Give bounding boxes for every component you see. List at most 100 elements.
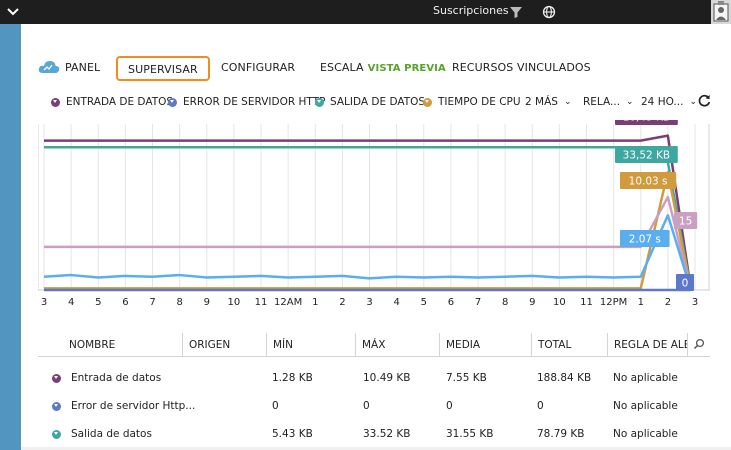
x-tick-label: 7 [475,297,481,308]
legend-item-entrada-de-datos[interactable]: ENTRADA DE DATOS [51,96,173,108]
x-tick-label: 1 [638,297,644,308]
cell-total: 188.84 KB [537,372,592,384]
cell-alert-rule: No aplicable [613,372,678,384]
tab-supervisar[interactable]: SUPERVISAR [116,56,210,81]
column-header-nombre[interactable]: NOMBRE [63,333,182,357]
cell-alert-rule: No aplicable [613,428,678,440]
legend-item-salida-de-datos[interactable]: SALIDA DE DATOS [315,96,425,108]
filter-icon[interactable] [509,5,523,19]
chevron-down-icon [51,97,60,107]
left-nav-strip [0,24,21,450]
x-tick-label: 4 [393,297,399,308]
cell-alert-rule: No aplicable [613,400,678,412]
legend-label: ENTRADA DE DATOS [66,96,174,108]
tab-recursos-vinculados[interactable]: RECURSOS VINCULADOS [452,61,591,74]
x-tick-label: 8 [502,297,508,308]
tab-panel[interactable]: PANEL [65,61,100,74]
relative-dropdown[interactable]: RELA... ⌄ [583,96,634,108]
chart-svg: 3 4 5 6 7 8 9 10 11 12AM 1 2 3 4 5 6 7 8 9 10 11 12PM 1 2 3 10,49… [37,108,710,308]
table-row[interactable]: Entrada de datos 1.28 KB 10.49 KB 7.55 K… [38,364,710,392]
x-tick-label: 5 [95,297,101,308]
more-metrics-label: 2 MÁS [525,96,558,108]
x-tick-label: 2 [339,297,345,308]
x-tick-label: 8 [176,297,182,308]
table-header: NOMBRE ORIGEN MÍN MÁX MEDIA TOTAL REGLA … [38,333,710,357]
legend-label: TIEMPO DE CPU [438,96,521,108]
column-header-max[interactable]: MÁX [355,333,439,357]
avatar[interactable] [711,0,731,24]
cloud-service-icon [38,60,60,73]
time-range-dropdown[interactable]: 24 HO... ⌄ [641,96,697,108]
metrics-chart: 3 4 5 6 7 8 9 10 11 12AM 1 2 3 4 5 6 7 8 9 10 11 12PM 1 2 3 10,49… [37,108,710,310]
legend-item-tiempo-de-cpu[interactable]: TIEMPO DE CPU [423,96,521,108]
value-callout-label: 0 [682,278,689,290]
chevron-down-icon: ⌄ [626,97,634,107]
column-header-regla-de-alerta[interactable]: REGLA DE ALE... [607,333,687,357]
column-header-origen[interactable]: ORIGEN [182,333,266,357]
value-callout-label: 2.07 s [629,234,661,246]
x-tick-label: 2 [665,297,671,308]
subscriptions-label[interactable]: Suscripciones [433,4,509,17]
cell-total: 78.79 KB [537,428,585,440]
chevron-down-icon: ⌄ [689,97,697,107]
value-callout-label: 33,52 KB [623,150,671,162]
preview-badge: VISTA PREVIA [367,63,446,74]
cell-total: 0 [537,400,544,412]
tab-configurar[interactable]: CONFIGURAR [221,61,295,74]
cell-name: Salida de datos [71,428,152,440]
x-tick-label: 3 [692,297,698,308]
x-tick-label: 10 [228,297,241,308]
legend-label: SALIDA DE DATOS [330,96,426,108]
cell-max: 0 [363,400,370,412]
legend-item-error-servidor-http[interactable]: ERROR DE SERVIDOR HTTP [168,96,325,108]
relative-label: RELA... [583,96,621,108]
table-row[interactable]: Error de servidor Http... 0 0 0 0 No apl… [38,392,710,420]
refresh-icon[interactable] [698,94,711,107]
cell-min: 0 [272,400,279,412]
more-metrics-dropdown[interactable]: 2 MÁS ⌄ [525,96,571,108]
x-tick-label: 4 [68,297,74,308]
x-tick-label: 10 [553,297,566,308]
chevron-down-icon[interactable] [52,430,61,439]
series-line [44,170,693,291]
cell-avg: 31.55 KB [446,428,494,440]
value-callout-label: 15 [679,216,692,228]
x-tick-label: 3 [366,297,372,308]
x-tick-label: 11 [580,297,593,308]
chevron-down-icon[interactable] [52,402,61,411]
column-header-total[interactable]: TOTAL [531,333,607,357]
cell-max: 33.52 KB [363,428,411,440]
x-tick-label: 3 [41,297,47,308]
x-tick-label: 6 [122,297,128,308]
series-line [44,145,693,291]
time-range-label: 24 HO... [641,96,684,108]
x-tick-label: 9 [204,297,210,308]
x-tick-label: 5 [421,297,427,308]
user-icon [713,1,729,22]
cell-min: 1.28 KB [272,372,313,384]
chevron-down-icon: ⌄ [563,97,572,107]
x-tick-label: 1 [312,297,318,308]
chevron-down-icon [423,97,432,107]
cell-avg: 7.55 KB [446,372,487,384]
x-tick-label: 7 [149,297,155,308]
x-tick-label: 12AM [274,297,302,308]
column-header-media[interactable]: MEDIA [439,333,531,357]
x-tick-label: 12PM [600,297,627,308]
chevron-down-icon[interactable] [6,5,20,19]
tab-escala[interactable]: ESCALA VISTA PREVIA [320,61,446,74]
series-line [43,214,693,291]
search-icon[interactable] [693,338,705,350]
tab-escala-label: ESCALA [320,61,364,74]
column-header-min[interactable]: MÍN [266,333,355,357]
chevron-down-icon[interactable] [52,374,61,383]
cell-max: 10.49 KB [363,372,411,384]
table-row[interactable]: Salida de datos 5.43 KB 33.52 KB 31.55 K… [38,420,710,448]
cell-avg: 0 [446,400,453,412]
value-callout-label: 10.03 s [629,176,668,188]
legend-label: ERROR DE SERVIDOR HTTP [183,96,326,108]
series-line [44,134,693,291]
cell-name: Error de servidor Http... [71,400,196,412]
globe-icon[interactable] [542,5,556,19]
x-tick-label: 6 [448,297,454,308]
